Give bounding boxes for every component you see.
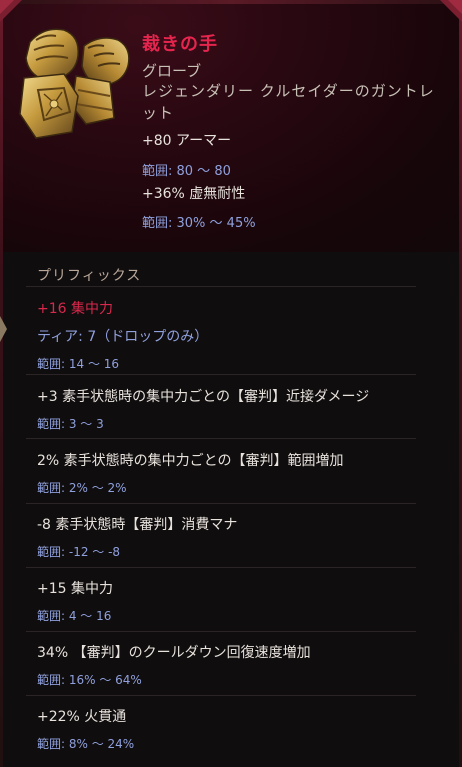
armor-stat: +80 アーマー	[142, 133, 232, 149]
divider	[26, 374, 416, 375]
divider	[26, 503, 416, 504]
affix-item: +3 素手状態時の集中力ごとの【審判】近接ダメージ 範囲: 3 〜 3	[37, 386, 437, 432]
affix-item: 2% 素手状態時の集中力ごとの【審判】範囲増加 範囲: 2% 〜 2%	[37, 450, 437, 496]
frame-top-border	[0, 0, 462, 4]
affix-text: 34% 【審判】のクールダウン回復速度増加	[37, 645, 311, 661]
affix-text: +16 集中力	[37, 301, 113, 317]
affix-range: 範囲: 16% 〜 64%	[37, 673, 142, 687]
frame-left-border	[0, 0, 3, 767]
divider	[26, 438, 416, 439]
affix-item: +15 集中力 範囲: 4 〜 16	[37, 578, 437, 624]
frame-side-notch	[0, 316, 7, 342]
affix-item: 34% 【審判】のクールダウン回復速度増加 範囲: 16% 〜 64%	[37, 642, 437, 688]
affix-tier: ティア: 7（ドロップのみ）	[37, 329, 209, 345]
divider	[26, 631, 416, 632]
affix-text: 2% 素手状態時の集中力ごとの【審判】範囲増加	[37, 453, 344, 469]
affix-item: +22% 火貫通 範囲: 8% 〜 24%	[37, 706, 437, 752]
affix-text: +22% 火貫通	[37, 709, 127, 725]
void-resistance-stat: +36% 虚無耐性	[142, 186, 246, 202]
affix-range: 範囲: -12 〜 -8	[37, 545, 121, 559]
gauntlets-icon	[19, 28, 130, 139]
divider	[26, 286, 416, 287]
void-resistance-range: 範囲: 30% 〜 45%	[142, 216, 256, 231]
affix-item: +16 集中力 ティア: 7（ドロップのみ） 範囲: 14 〜 16	[37, 298, 437, 372]
prefix-header: プリフィックス	[37, 268, 142, 284]
item-tooltip: 裁きの手 グローブ レジェンダリー クルセイダーのガントレット +80 アーマー…	[0, 0, 462, 767]
item-name: 裁きの手	[142, 34, 218, 55]
affix-text: +15 集中力	[37, 581, 113, 597]
divider	[26, 695, 416, 696]
affix-text: +3 素手状態時の集中力ごとの【審判】近接ダメージ	[37, 389, 370, 405]
frame-corner-right	[440, 0, 462, 22]
affix-range: 範囲: 4 〜 16	[37, 609, 112, 623]
item-rarity: レジェンダリー クルセイダーのガントレット	[142, 82, 435, 122]
armor-range: 範囲: 80 〜 80	[142, 164, 231, 179]
affix-range: 範囲: 3 〜 3	[37, 417, 104, 431]
affix-item: -8 素手状態時【審判】消費マナ 範囲: -12 〜 -8	[37, 514, 437, 560]
affix-text: -8 素手状態時【審判】消費マナ	[37, 517, 238, 533]
affix-range: 範囲: 2% 〜 2%	[37, 481, 127, 495]
item-type: グローブ	[142, 62, 202, 80]
affix-range: 範囲: 8% 〜 24%	[37, 737, 135, 751]
divider	[26, 567, 416, 568]
affix-range: 範囲: 14 〜 16	[37, 357, 120, 371]
